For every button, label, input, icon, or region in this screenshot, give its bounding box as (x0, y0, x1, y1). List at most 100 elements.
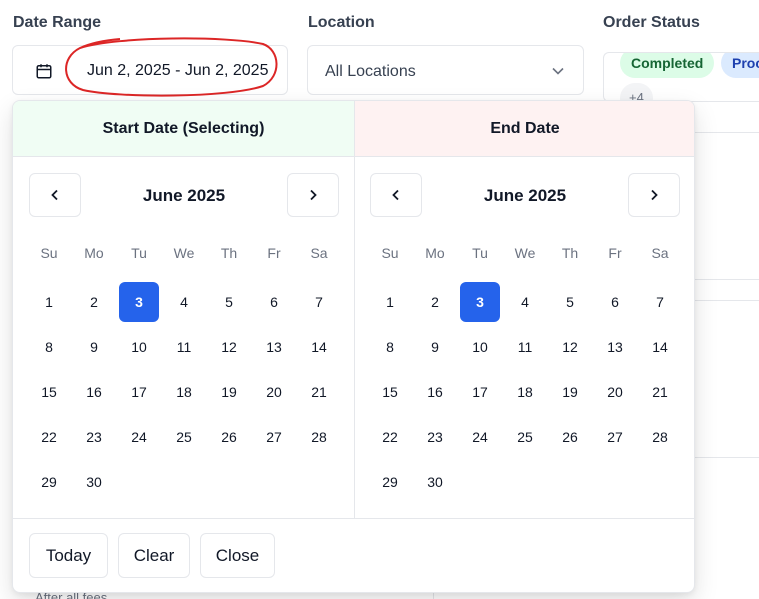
calendar-day[interactable]: 12 (550, 327, 590, 367)
weekday-header: Su (381, 245, 399, 261)
calendar-day-selected[interactable]: 3 (460, 282, 500, 322)
chevron-left-icon (392, 189, 399, 201)
weekday-header: Th (561, 245, 579, 261)
calendar-day[interactable]: 27 (254, 417, 294, 457)
calendar-day[interactable]: 10 (119, 327, 159, 367)
weekday-header: Tu (131, 245, 147, 261)
calendar-day[interactable]: 17 (460, 372, 500, 412)
calendar-day[interactable]: 15 (29, 372, 69, 412)
calendar-day[interactable]: 11 (164, 327, 204, 367)
date-range-input[interactable]: Jun 2, 2025 - Jun 2, 2025 (12, 45, 288, 95)
clear-button[interactable]: Clear (118, 533, 190, 578)
calendar-day[interactable]: 19 (550, 372, 590, 412)
calendar-day[interactable]: 25 (505, 417, 545, 457)
end-prev-month-button[interactable] (370, 173, 422, 217)
calendar-day[interactable]: 26 (550, 417, 590, 457)
chevron-left-icon (51, 189, 58, 201)
calendar-day[interactable]: 9 (74, 327, 114, 367)
calendar-day[interactable]: 28 (640, 417, 680, 457)
calendar-day[interactable]: 30 (415, 462, 455, 502)
calendar-day[interactable]: 19 (209, 372, 249, 412)
calendar-day[interactable]: 11 (505, 327, 545, 367)
calendar-day[interactable]: 7 (299, 282, 339, 322)
calendar-day[interactable]: 10 (460, 327, 500, 367)
end-date-header: End Date (354, 101, 694, 157)
calendar-day[interactable]: 5 (550, 282, 590, 322)
weekday-header: Tu (472, 245, 488, 261)
location-select[interactable]: All Locations (307, 45, 584, 95)
calendar-day[interactable]: 15 (370, 372, 410, 412)
calendar-day[interactable]: 24 (119, 417, 159, 457)
start-date-header: Start Date (Selecting) (13, 101, 354, 157)
calendar-day[interactable]: 7 (640, 282, 680, 322)
calendar-day[interactable]: 13 (254, 327, 294, 367)
calendar-day[interactable]: 16 (74, 372, 114, 412)
footer-divider (13, 518, 694, 519)
start-month-title: June 2025 (142, 186, 226, 205)
calendar-day[interactable]: 28 (299, 417, 339, 457)
weekday-header: Su (40, 245, 58, 261)
order-status-label: Order Status (603, 14, 700, 31)
calendar-day[interactable]: 6 (254, 282, 294, 322)
calendar-day-selected[interactable]: 3 (119, 282, 159, 322)
end-month-title: June 2025 (483, 186, 567, 205)
calendar-day[interactable]: 26 (209, 417, 249, 457)
calendar-day[interactable]: 12 (209, 327, 249, 367)
calendar-day[interactable]: 8 (370, 327, 410, 367)
close-button[interactable]: Close (200, 533, 275, 578)
calendar-day[interactable]: 23 (74, 417, 114, 457)
weekday-header: Sa (310, 245, 328, 261)
chevron-right-icon (310, 189, 317, 201)
calendar-day[interactable]: 22 (370, 417, 410, 457)
today-button[interactable]: Today (29, 533, 108, 578)
calendar-day[interactable]: 25 (164, 417, 204, 457)
calendar-day[interactable]: 5 (209, 282, 249, 322)
calendar-day[interactable]: 14 (640, 327, 680, 367)
weekday-header: Sa (651, 245, 669, 261)
calendar-day[interactable]: 27 (595, 417, 635, 457)
calendar-day[interactable]: 21 (299, 372, 339, 412)
calendar-day[interactable]: 22 (29, 417, 69, 457)
calendar-day[interactable]: 21 (640, 372, 680, 412)
date-range-value: Jun 2, 2025 - Jun 2, 2025 (87, 62, 269, 79)
start-prev-month-button[interactable] (29, 173, 81, 217)
calendar-day[interactable]: 2 (74, 282, 114, 322)
calendar-icon (36, 64, 52, 79)
calendar-day[interactable]: 29 (29, 462, 69, 502)
calendar-day[interactable]: 24 (460, 417, 500, 457)
chevron-right-icon (651, 189, 658, 201)
calendar-day[interactable]: 13 (595, 327, 635, 367)
start-next-month-button[interactable] (287, 173, 339, 217)
status-pill-processing[interactable]: Proc (721, 53, 759, 78)
weekday-header: Th (220, 245, 238, 261)
calendar-day[interactable]: 1 (29, 282, 69, 322)
calendar-day[interactable]: 20 (254, 372, 294, 412)
calendar-day[interactable]: 16 (415, 372, 455, 412)
calendar-day[interactable]: 4 (505, 282, 545, 322)
calendar-day[interactable]: 29 (370, 462, 410, 502)
calendar-day[interactable]: 1 (370, 282, 410, 322)
weekday-header: Fr (608, 245, 622, 261)
weekday-header: We (173, 245, 195, 261)
date-range-label: Date Range (13, 14, 102, 31)
calendar-day[interactable]: 4 (164, 282, 204, 322)
calendar-day[interactable]: 18 (505, 372, 545, 412)
calendar-day[interactable]: 20 (595, 372, 635, 412)
weekday-header: We (514, 245, 536, 261)
calendar-day[interactable]: 9 (415, 327, 455, 367)
calendar-day[interactable]: 8 (29, 327, 69, 367)
calendar-day[interactable]: 6 (595, 282, 635, 322)
order-status-select[interactable]: Completed Proc +4 (603, 52, 759, 102)
calendar-divider (354, 101, 355, 518)
location-value: All Locations (325, 63, 416, 80)
end-next-month-button[interactable] (628, 173, 680, 217)
calendar-day[interactable]: 14 (299, 327, 339, 367)
calendar-day[interactable]: 2 (415, 282, 455, 322)
status-pill-completed[interactable]: Completed (620, 53, 715, 78)
calendar-day[interactable]: 17 (119, 372, 159, 412)
calendar-day[interactable]: 23 (415, 417, 455, 457)
calendar-day[interactable]: 30 (74, 462, 114, 502)
calendar-day[interactable]: 18 (164, 372, 204, 412)
weekday-header: Mo (84, 245, 104, 261)
weekday-header: Mo (425, 245, 445, 261)
